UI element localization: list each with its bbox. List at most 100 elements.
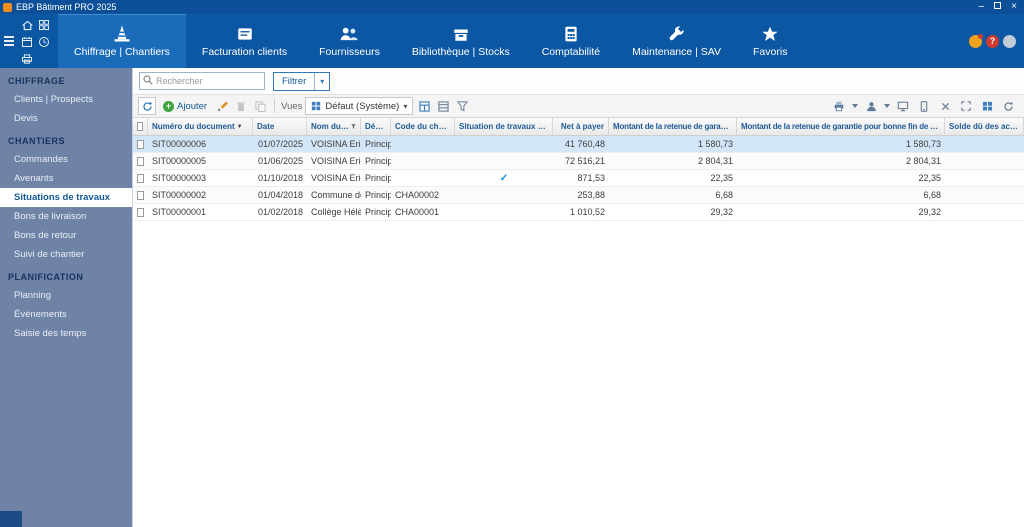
manage-views-icon[interactable]: [435, 98, 451, 114]
tab-comptabilite[interactable]: Comptabilité: [526, 14, 616, 68]
cell-code-chantier: [391, 153, 455, 169]
chevron-down-icon[interactable]: [852, 104, 858, 108]
cell-facturee: [455, 136, 553, 152]
search-input[interactable]: [156, 76, 261, 86]
select-all-cell[interactable]: [133, 118, 148, 135]
cell-solde: [945, 136, 1024, 152]
row-checkbox[interactable]: [137, 190, 144, 200]
column-header-code-du-chantier[interactable]: Code du chantier: [391, 118, 455, 135]
sidebar-item-avenants[interactable]: Avenants: [0, 169, 132, 188]
sidebar-item-situations-de-travaux[interactable]: Situations de travaux: [0, 188, 132, 207]
close-button[interactable]: ×: [1011, 2, 1017, 12]
column-header-retenue-garantie[interactable]: Montant de la retenue de garantie: [609, 118, 737, 135]
refresh-button[interactable]: [138, 97, 156, 115]
table-row[interactable]: SIT00000001 01/02/2018 Collège Hélène Bo…: [133, 204, 1024, 221]
duplicate-icon[interactable]: [252, 98, 268, 114]
fullscreen-icon[interactable]: [958, 98, 974, 114]
tab-maintenance-sav[interactable]: Maintenance | SAV: [616, 14, 737, 68]
minimize-button[interactable]: –: [979, 2, 985, 12]
cell-retenue-garantie: 6,68: [715, 190, 733, 200]
cell-retenue-bonne-fin: 6,68: [923, 190, 941, 200]
tab-label: Fournisseurs: [319, 45, 380, 58]
apps-icon[interactable]: [36, 17, 52, 33]
table-row[interactable]: SIT00000005 01/06/2025 VOISINA Eric Prin…: [133, 153, 1024, 170]
table-row[interactable]: SIT00000003 01/10/2018 VOISINA Eric Prin…: [133, 170, 1024, 187]
clock-icon[interactable]: [36, 34, 52, 50]
row-checkbox-cell[interactable]: [133, 170, 148, 186]
home-icon[interactable]: [19, 17, 35, 33]
assistant-icon[interactable]: [969, 33, 983, 48]
cell-client: VOISINA Eric: [311, 139, 361, 149]
calculator-icon: [563, 23, 579, 43]
sidebar-item-saisie-des-temps[interactable]: Saisie des temps: [0, 324, 132, 343]
save-view-icon[interactable]: [416, 98, 432, 114]
cell-numero: SIT00000006: [152, 139, 207, 149]
cell-retenue-bonne-fin: 1 580,73: [905, 139, 941, 149]
support-icon[interactable]: [1003, 34, 1016, 48]
row-checkbox[interactable]: [137, 139, 144, 149]
sidebar-item-bons-de-retour[interactable]: Bons de retour: [0, 226, 132, 245]
phone-icon[interactable]: [916, 98, 932, 114]
sidebar-item-evenements[interactable]: Évènements: [0, 305, 132, 324]
cell-depot: Principal: [365, 207, 391, 217]
sidebar-item-devis[interactable]: Devis: [0, 109, 132, 128]
tab-favoris[interactable]: Favoris: [737, 14, 803, 68]
sort-desc-icon: ▼: [236, 123, 243, 130]
row-checkbox-cell[interactable]: [133, 204, 148, 220]
filter-label: Filtrer: [282, 75, 307, 87]
user-menu-button[interactable]: [863, 98, 879, 114]
column-header-retenue-bonne-fin[interactable]: Montant de la retenue de garantie pour b…: [737, 118, 945, 135]
menu-icon[interactable]: [2, 17, 16, 65]
print-button[interactable]: [831, 98, 847, 114]
sidebar-item-commandes[interactable]: Commandes: [0, 150, 132, 169]
calendar-icon[interactable]: [19, 34, 35, 50]
sidebar-item-clients-prospects[interactable]: Clients | Prospects: [0, 90, 132, 109]
refresh-list-icon[interactable]: [1000, 98, 1016, 114]
maximize-button[interactable]: [994, 2, 1002, 12]
add-button[interactable]: + Ajouter: [159, 100, 211, 112]
sidebar-collapse-button[interactable]: [0, 511, 22, 527]
tab-label: Chiffrage | Chantiers: [74, 45, 170, 58]
monitor-icon[interactable]: [895, 98, 911, 114]
row-checkbox[interactable]: [137, 156, 144, 166]
filter-button[interactable]: Filtrer ▾: [273, 71, 331, 91]
column-header-situation-facturee[interactable]: Situation de travaux facturée: [455, 118, 553, 135]
view-select[interactable]: Défaut (Système) ▾: [305, 97, 414, 115]
sidebar-item-bons-de-livraison[interactable]: Bons de livraison: [0, 207, 132, 226]
toolbar-separator: [274, 99, 276, 113]
tab-bibliotheque-stocks[interactable]: Bibliothèque | Stocks: [396, 14, 526, 68]
column-header-date[interactable]: Date: [253, 118, 307, 135]
delete-icon[interactable]: [233, 98, 249, 114]
row-checkbox-cell[interactable]: [133, 187, 148, 203]
table-row[interactable]: SIT00000002 01/04/2018 Commune de ORPHIN…: [133, 187, 1024, 204]
row-checkbox-cell[interactable]: [133, 136, 148, 152]
ribbon: Chiffrage | Chantiers Facturation client…: [0, 14, 1024, 68]
columns-icon[interactable]: [979, 98, 995, 114]
table-row[interactable]: SIT00000006 01/07/2025 VOISINA Eric Prin…: [133, 136, 1024, 153]
close-panel-icon[interactable]: [937, 98, 953, 114]
column-header-net-a-payer[interactable]: Net à payer: [553, 118, 609, 135]
chevron-down-icon[interactable]: [884, 104, 890, 108]
printer-icon[interactable]: [19, 51, 35, 67]
cell-retenue-garantie: 29,32: [710, 207, 733, 217]
column-header-depot[interactable]: Dépôt: [361, 118, 391, 135]
row-checkbox-cell[interactable]: [133, 153, 148, 169]
tab-chiffrage-chantiers[interactable]: Chiffrage | Chantiers: [58, 14, 186, 68]
maximize-icon: [994, 2, 1002, 9]
row-checkbox[interactable]: [137, 173, 144, 183]
select-all-checkbox[interactable]: [137, 122, 143, 131]
cell-solde: [945, 187, 1024, 203]
sidebar-item-suivi-de-chantier[interactable]: Suivi de chantier: [0, 245, 132, 264]
search-box: [139, 72, 265, 90]
column-header-numero-du-document[interactable]: Numéro du document ▼: [148, 118, 253, 135]
sidebar-item-planning[interactable]: Planning: [0, 286, 132, 305]
edit-icon[interactable]: [214, 98, 230, 114]
people-icon: [339, 23, 359, 43]
row-checkbox[interactable]: [137, 207, 144, 217]
column-header-nom-du-client[interactable]: Nom du client: [307, 118, 361, 135]
tab-fournisseurs[interactable]: Fournisseurs: [303, 14, 396, 68]
clear-filter-icon[interactable]: [454, 98, 470, 114]
help-icon[interactable]: ?: [986, 34, 999, 48]
tab-facturation-clients[interactable]: Facturation clients: [186, 14, 303, 68]
column-header-solde-du[interactable]: Solde dû des acomp: [945, 118, 1024, 135]
